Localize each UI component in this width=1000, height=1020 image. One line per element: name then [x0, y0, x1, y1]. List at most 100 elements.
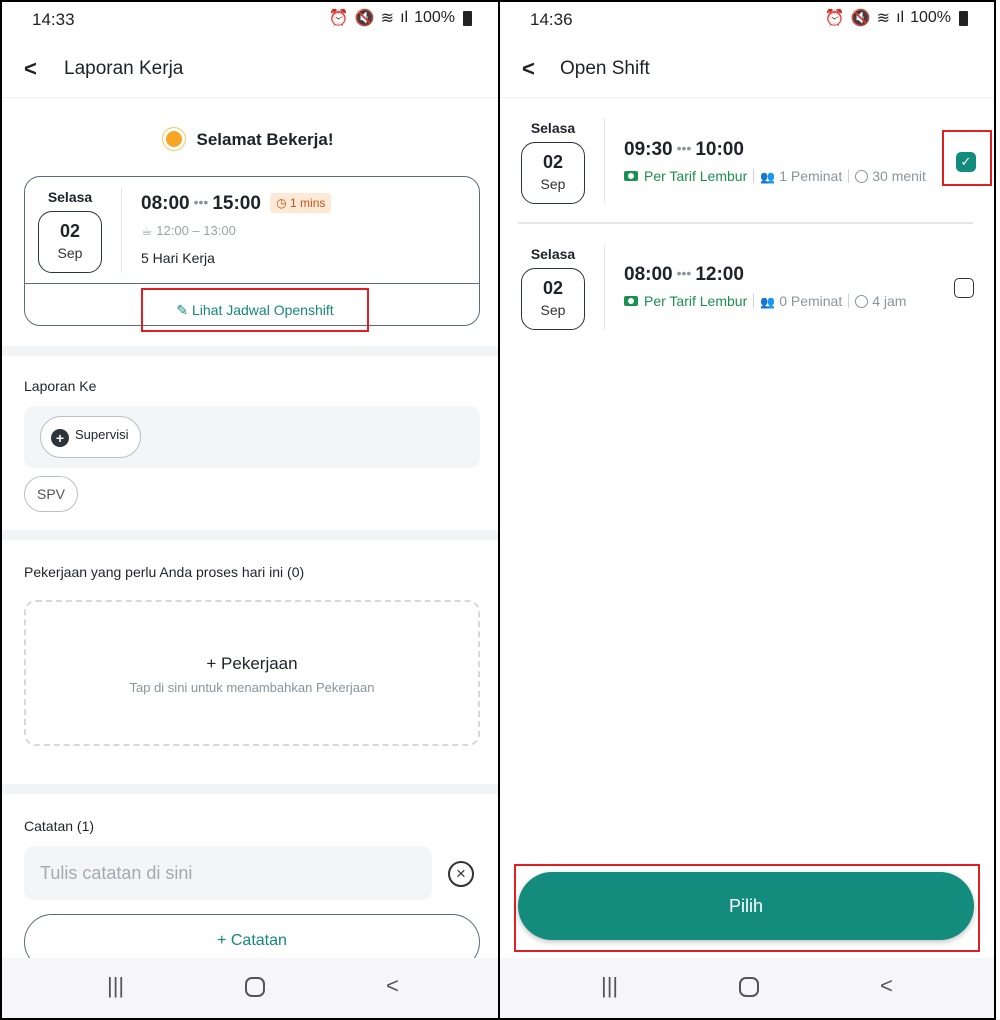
signal-icon: ıl [896, 9, 905, 26]
date-box: 02 Sep [38, 211, 102, 273]
shift-month: Sep [57, 245, 83, 261]
alarm-icon: ⏰ [824, 10, 845, 27]
date-box: 02 Sep [521, 268, 585, 330]
vertical-divider [121, 187, 122, 273]
page-title: Open Shift [560, 58, 650, 79]
section-divider [2, 346, 498, 356]
status-bar: 14:33 ⏰ 🔇 ≋ ıl 100% [2, 2, 498, 38]
recent-apps-icon[interactable]: ||| [601, 973, 618, 999]
status-bar: 14:36 ⏰ 🔇 ≋ ıl 100% [500, 2, 994, 38]
wifi-icon: ≋ [380, 10, 395, 27]
back-arrow-icon[interactable]: < [24, 56, 37, 82]
app-bar: < Open Shift [500, 42, 994, 98]
app-bar: < Laporan Kerja [2, 42, 498, 98]
time-dots: ••• [676, 265, 692, 281]
nav-back-icon[interactable]: < [386, 973, 399, 999]
page-title: Laporan Kerja [64, 58, 184, 79]
nav-back-icon[interactable]: < [880, 973, 893, 999]
report-to-field[interactable]: + Supervisi [24, 406, 480, 468]
work-days: 5 Hari Kerja [141, 250, 215, 266]
pencil-icon: ✎ [176, 302, 189, 318]
meta-separator [753, 294, 755, 308]
shift-time: 08:00 ••• 15:00 ◷ 1 mins [141, 193, 332, 215]
supervisor-chip[interactable]: + Supervisi [40, 416, 142, 458]
back-arrow-icon[interactable]: < [522, 56, 535, 82]
clear-icon[interactable]: × [448, 861, 474, 887]
shift-date: Selasa 02 Sep [518, 120, 588, 204]
mute-icon: 🔇 [354, 10, 375, 27]
clock-icon [855, 170, 869, 183]
row-divider [518, 222, 973, 224]
add-task-area[interactable]: + Pekerjaan Tap di sini untuk menambahka… [24, 600, 480, 746]
battery-percent: 100% [414, 9, 455, 26]
coffee-icon: ☕ [141, 223, 153, 238]
meta-separator [848, 294, 850, 308]
shift-start: 08:00 [624, 264, 673, 285]
open-shift-row[interactable]: Selasa 02 Sep 09:30 ••• 10:00 Per Tarif Le… [500, 114, 994, 214]
open-shift-row[interactable]: Selasa 02 Sep 08:00 ••• 12:00 Per Tarif Le… [500, 240, 994, 340]
status-icons: ⏰ 🔇 ≋ ıl 100% [825, 8, 968, 28]
clock-icon [855, 295, 869, 308]
notes-label: Catatan (1) [24, 818, 95, 834]
shift-checkbox-unchecked[interactable] [954, 278, 974, 298]
greeting-banner: Selamat Bekerja! [2, 130, 498, 150]
system-nav-bar: ||| < [500, 958, 994, 1018]
battery-icon [463, 10, 472, 26]
note-input[interactable] [24, 846, 432, 900]
cash-icon [624, 171, 638, 181]
late-badge: ◷ 1 mins [270, 193, 332, 213]
view-openshift-link[interactable]: ✎ Lihat Jadwal Openshift [141, 288, 369, 332]
spv-chip[interactable]: SPV [24, 476, 79, 512]
status-time: 14:33 [32, 10, 75, 29]
signal-icon: ıl [400, 9, 409, 26]
shift-date-number: 02 [542, 152, 564, 172]
shift-time: 09:30 ••• 10:00 [624, 139, 744, 161]
shift-start: 09:30 [624, 139, 673, 160]
battery-percent: 100% [910, 9, 951, 26]
cash-icon [624, 296, 638, 306]
date-box: 02 Sep [521, 142, 585, 204]
tasks-label: Pekerjaan yang perlu Anda proses hari in… [24, 564, 305, 580]
shift-date-number: 02 [542, 278, 564, 298]
people-icon: 👥 [760, 170, 776, 184]
rate-text: Per Tarif Lembur [644, 168, 748, 184]
recent-apps-icon[interactable]: ||| [107, 973, 124, 999]
time-dots: ••• [193, 194, 209, 210]
add-task-hint: Tap di sini untuk menambahkan Pekerjaan [129, 680, 375, 695]
alarm-icon: ⏰ [328, 10, 349, 27]
shift-day: Selasa [47, 189, 93, 205]
select-button[interactable]: Pilih [518, 872, 974, 940]
shift-card: Selasa 02 Sep 08:00 ••• 15:00 ◷ 1 mins ☕ 1… [24, 176, 480, 332]
home-icon[interactable] [245, 977, 265, 997]
shift-end: 12:00 [695, 264, 744, 285]
late-badge-text: 1 mins [290, 196, 326, 210]
add-task-title: + Pekerjaan [206, 654, 298, 673]
add-circle-icon: + [51, 429, 69, 447]
report-to-label: Laporan Ke [24, 378, 97, 394]
shift-start: 08:00 [141, 193, 190, 214]
mute-icon: 🔇 [850, 10, 871, 27]
sun-icon [166, 131, 183, 147]
shift-date: Selasa 02 Sep [35, 189, 105, 273]
home-icon[interactable] [739, 977, 759, 997]
wifi-icon: ≋ [876, 10, 891, 27]
shift-meta: Per Tarif Lembur 👥 1 Peminat 30 menit [624, 168, 926, 184]
section-divider [2, 530, 498, 540]
shift-date: Selasa 02 Sep [518, 246, 588, 330]
shift-day: Selasa [530, 120, 576, 136]
shift-meta: Per Tarif Lembur 👥 0 Peminat 4 jam [624, 293, 906, 309]
shift-details: 08:00 ••• 15:00 ◷ 1 mins ☕ 12:00 – 13:00 5… [141, 193, 332, 266]
shift-time: 08:00 ••• 12:00 [624, 264, 744, 286]
right-screen: 14:36 ⏰ 🔇 ≋ ıl 100% < Open Shift Selasa … [498, 0, 996, 1020]
shift-month: Sep [540, 176, 566, 192]
rate-text: Per Tarif Lembur [644, 293, 748, 309]
interested-count: 1 Peminat [779, 168, 843, 184]
meta-separator [753, 169, 755, 183]
shift-duration: 30 menit [872, 168, 926, 184]
time-dots: ••• [676, 140, 692, 156]
clock-icon: ◷ [276, 196, 287, 210]
break-time: ☕ 12:00 – 13:00 [141, 223, 331, 239]
system-nav-bar: ||| < [2, 958, 498, 1018]
status-icons: ⏰ 🔇 ≋ ıl 100% [329, 8, 472, 28]
shift-month: Sep [540, 302, 566, 318]
